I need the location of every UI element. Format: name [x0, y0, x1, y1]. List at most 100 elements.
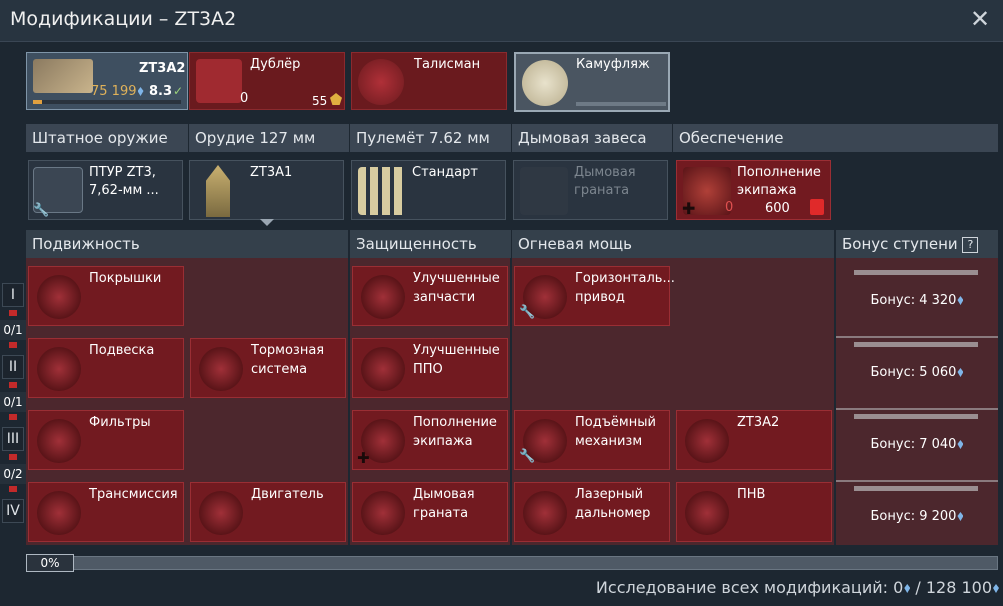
- lock-icon: [810, 199, 824, 215]
- tier-1-count: 0/1: [0, 320, 26, 340]
- diamond-icon: [957, 368, 964, 377]
- backup-card[interactable]: Дублёр 0 55: [189, 52, 345, 110]
- camo-label: Камуфляж: [576, 57, 650, 72]
- camo-progress-bar: [576, 102, 666, 106]
- tier-bonus-1: Бонус: 4 320: [836, 258, 998, 330]
- engine-icon: [199, 491, 243, 535]
- mod-rangefinder[interactable]: Лазерный дальномер: [514, 482, 670, 542]
- research-total: Исследование всех модификаций: 0 / 128 1…: [596, 578, 999, 597]
- header-support: Обеспечение: [673, 124, 998, 152]
- header-tier-bonus: Бонус ступени ?: [836, 230, 998, 258]
- weapon-slot-smoke-label: Дымовая граната: [574, 165, 636, 198]
- diamond-icon: [957, 440, 964, 449]
- progress-label: 0%: [26, 554, 74, 572]
- weapon-slot-mg-label: Стандарт: [412, 165, 478, 180]
- tier-bonus-3: Бонус: 7 040: [836, 402, 998, 474]
- weapon-slot-gun-label: ZT3A1: [250, 165, 293, 180]
- tier-2-count: 0/1: [0, 392, 26, 412]
- close-icon[interactable]: ✕: [969, 6, 991, 32]
- suspension-icon: [37, 347, 81, 391]
- vehicle-icon: [33, 59, 93, 93]
- weapon-slot-crew-label: Пополнение экипажа: [737, 165, 821, 198]
- window-title: Модификации – ZT3A2: [10, 8, 237, 30]
- diamond-icon: [957, 296, 964, 305]
- column-divider: [348, 258, 350, 545]
- vehicle-card[interactable]: ZT3A2 75 199 8.3 ✓: [26, 52, 188, 110]
- weapon-slot-gun[interactable]: ZT3A1: [189, 160, 344, 226]
- header-smoke: Дымовая завеса: [512, 124, 672, 152]
- night-vision-icon: [685, 491, 729, 535]
- shell-icon: [206, 165, 230, 217]
- mod-smoke-grenade[interactable]: Дымовая граната: [352, 482, 508, 542]
- vehicle-cost: 75 199: [91, 84, 144, 99]
- weapon-slot-mg[interactable]: Стандарт: [351, 160, 506, 220]
- mod-tyres[interactable]: Покрышки: [28, 266, 184, 326]
- rangefinder-icon: [523, 491, 567, 535]
- mod-zt3a2[interactable]: ZT3A2: [676, 410, 832, 470]
- mod-suspension[interactable]: Подвеска: [28, 338, 184, 398]
- vehicle-br: 8.3: [149, 84, 173, 99]
- mod-transmission[interactable]: Трансмиссия: [28, 482, 184, 542]
- mod-filters[interactable]: Фильтры: [28, 410, 184, 470]
- title-bar: Модификации – ZT3A2 ✕: [0, 0, 1003, 42]
- header-protection: Защищенность: [350, 230, 511, 258]
- header-gun: Орудие 127 мм: [189, 124, 349, 152]
- eagle-icon: [330, 93, 342, 105]
- backup-label: Дублёр: [250, 57, 301, 72]
- wrench-icon: 🔧: [33, 203, 50, 218]
- help-icon[interactable]: ?: [962, 236, 979, 253]
- filter-icon: [37, 419, 81, 463]
- header-firepower: Огневая мощь: [512, 230, 834, 258]
- weapon-slot-crew[interactable]: Пополнение экипажа ✚ 0 600: [676, 160, 831, 220]
- smoke-launcher-icon: [520, 167, 568, 215]
- mod-parts[interactable]: Улучшенные запчасти: [352, 266, 508, 326]
- mod-engine[interactable]: Двигатель: [190, 482, 346, 542]
- modifications-grid: Покрышки Подвеска Тормозная система Филь…: [26, 258, 834, 545]
- mod-crew-replenish[interactable]: ✚ Пополнение экипажа: [352, 410, 508, 470]
- backup-icon: [196, 59, 242, 103]
- mod-ppo[interactable]: Улучшенные ППО: [352, 338, 508, 398]
- tier-3-count: 0/2: [0, 464, 26, 484]
- tyre-icon: [37, 275, 81, 319]
- vehicle-progress-bar: [33, 100, 181, 104]
- ammo-icon: [358, 167, 406, 215]
- brake-icon: [199, 347, 243, 391]
- weapon-slot-standard[interactable]: 🔧 ПТУР ZT3, 7,62-мм ...: [28, 160, 183, 220]
- column-divider: [510, 258, 512, 545]
- parts-icon: [361, 275, 405, 319]
- mod-brakes[interactable]: Тормозная система: [190, 338, 346, 398]
- tier-3: III: [2, 427, 24, 451]
- diamond-icon: [137, 87, 144, 96]
- plus-icon: ✚: [357, 449, 370, 467]
- camo-icon: [522, 60, 568, 106]
- mod-horizontal-drive[interactable]: 🔧 Горизонталь... привод: [514, 266, 675, 326]
- weapon-slot-smoke[interactable]: Дымовая граната: [513, 160, 668, 220]
- smoke-launcher-icon: [361, 491, 405, 535]
- header-standard-weapon: Штатное оружие: [26, 124, 188, 152]
- chevron-down-icon[interactable]: [260, 219, 274, 226]
- backup-count: 0: [240, 91, 249, 106]
- wrench-icon: 🔧: [519, 305, 536, 320]
- camo-card[interactable]: Камуфляж: [514, 52, 670, 112]
- tier-bonus-2: Бонус: 5 060: [836, 330, 998, 402]
- talisman-icon: [358, 59, 404, 105]
- diamond-icon: [993, 584, 999, 593]
- extinguisher-icon: [361, 347, 405, 391]
- talisman-label: Талисман: [414, 57, 481, 72]
- talisman-card[interactable]: Талисман: [351, 52, 507, 110]
- header-mobility: Подвижность: [26, 230, 348, 258]
- tier-1: I: [2, 283, 24, 307]
- mod-elevation[interactable]: 🔧 Подъёмный механизм: [514, 410, 670, 470]
- crew-price: 600: [765, 201, 790, 216]
- mod-nvd[interactable]: ПНВ: [676, 482, 832, 542]
- crew-count: 0: [725, 200, 734, 215]
- diamond-icon: [957, 512, 964, 521]
- vehicle-name: ZT3A2: [139, 61, 186, 76]
- wrench-icon: 🔧: [519, 449, 536, 464]
- research-progress-bar: 0%: [26, 554, 998, 572]
- tier-bonus-4: Бонус: 9 200: [836, 474, 998, 546]
- shell-icon: [685, 419, 729, 463]
- plus-icon: ✚: [682, 199, 696, 218]
- tier-4: IV: [2, 499, 24, 523]
- backup-price: 55: [312, 94, 328, 108]
